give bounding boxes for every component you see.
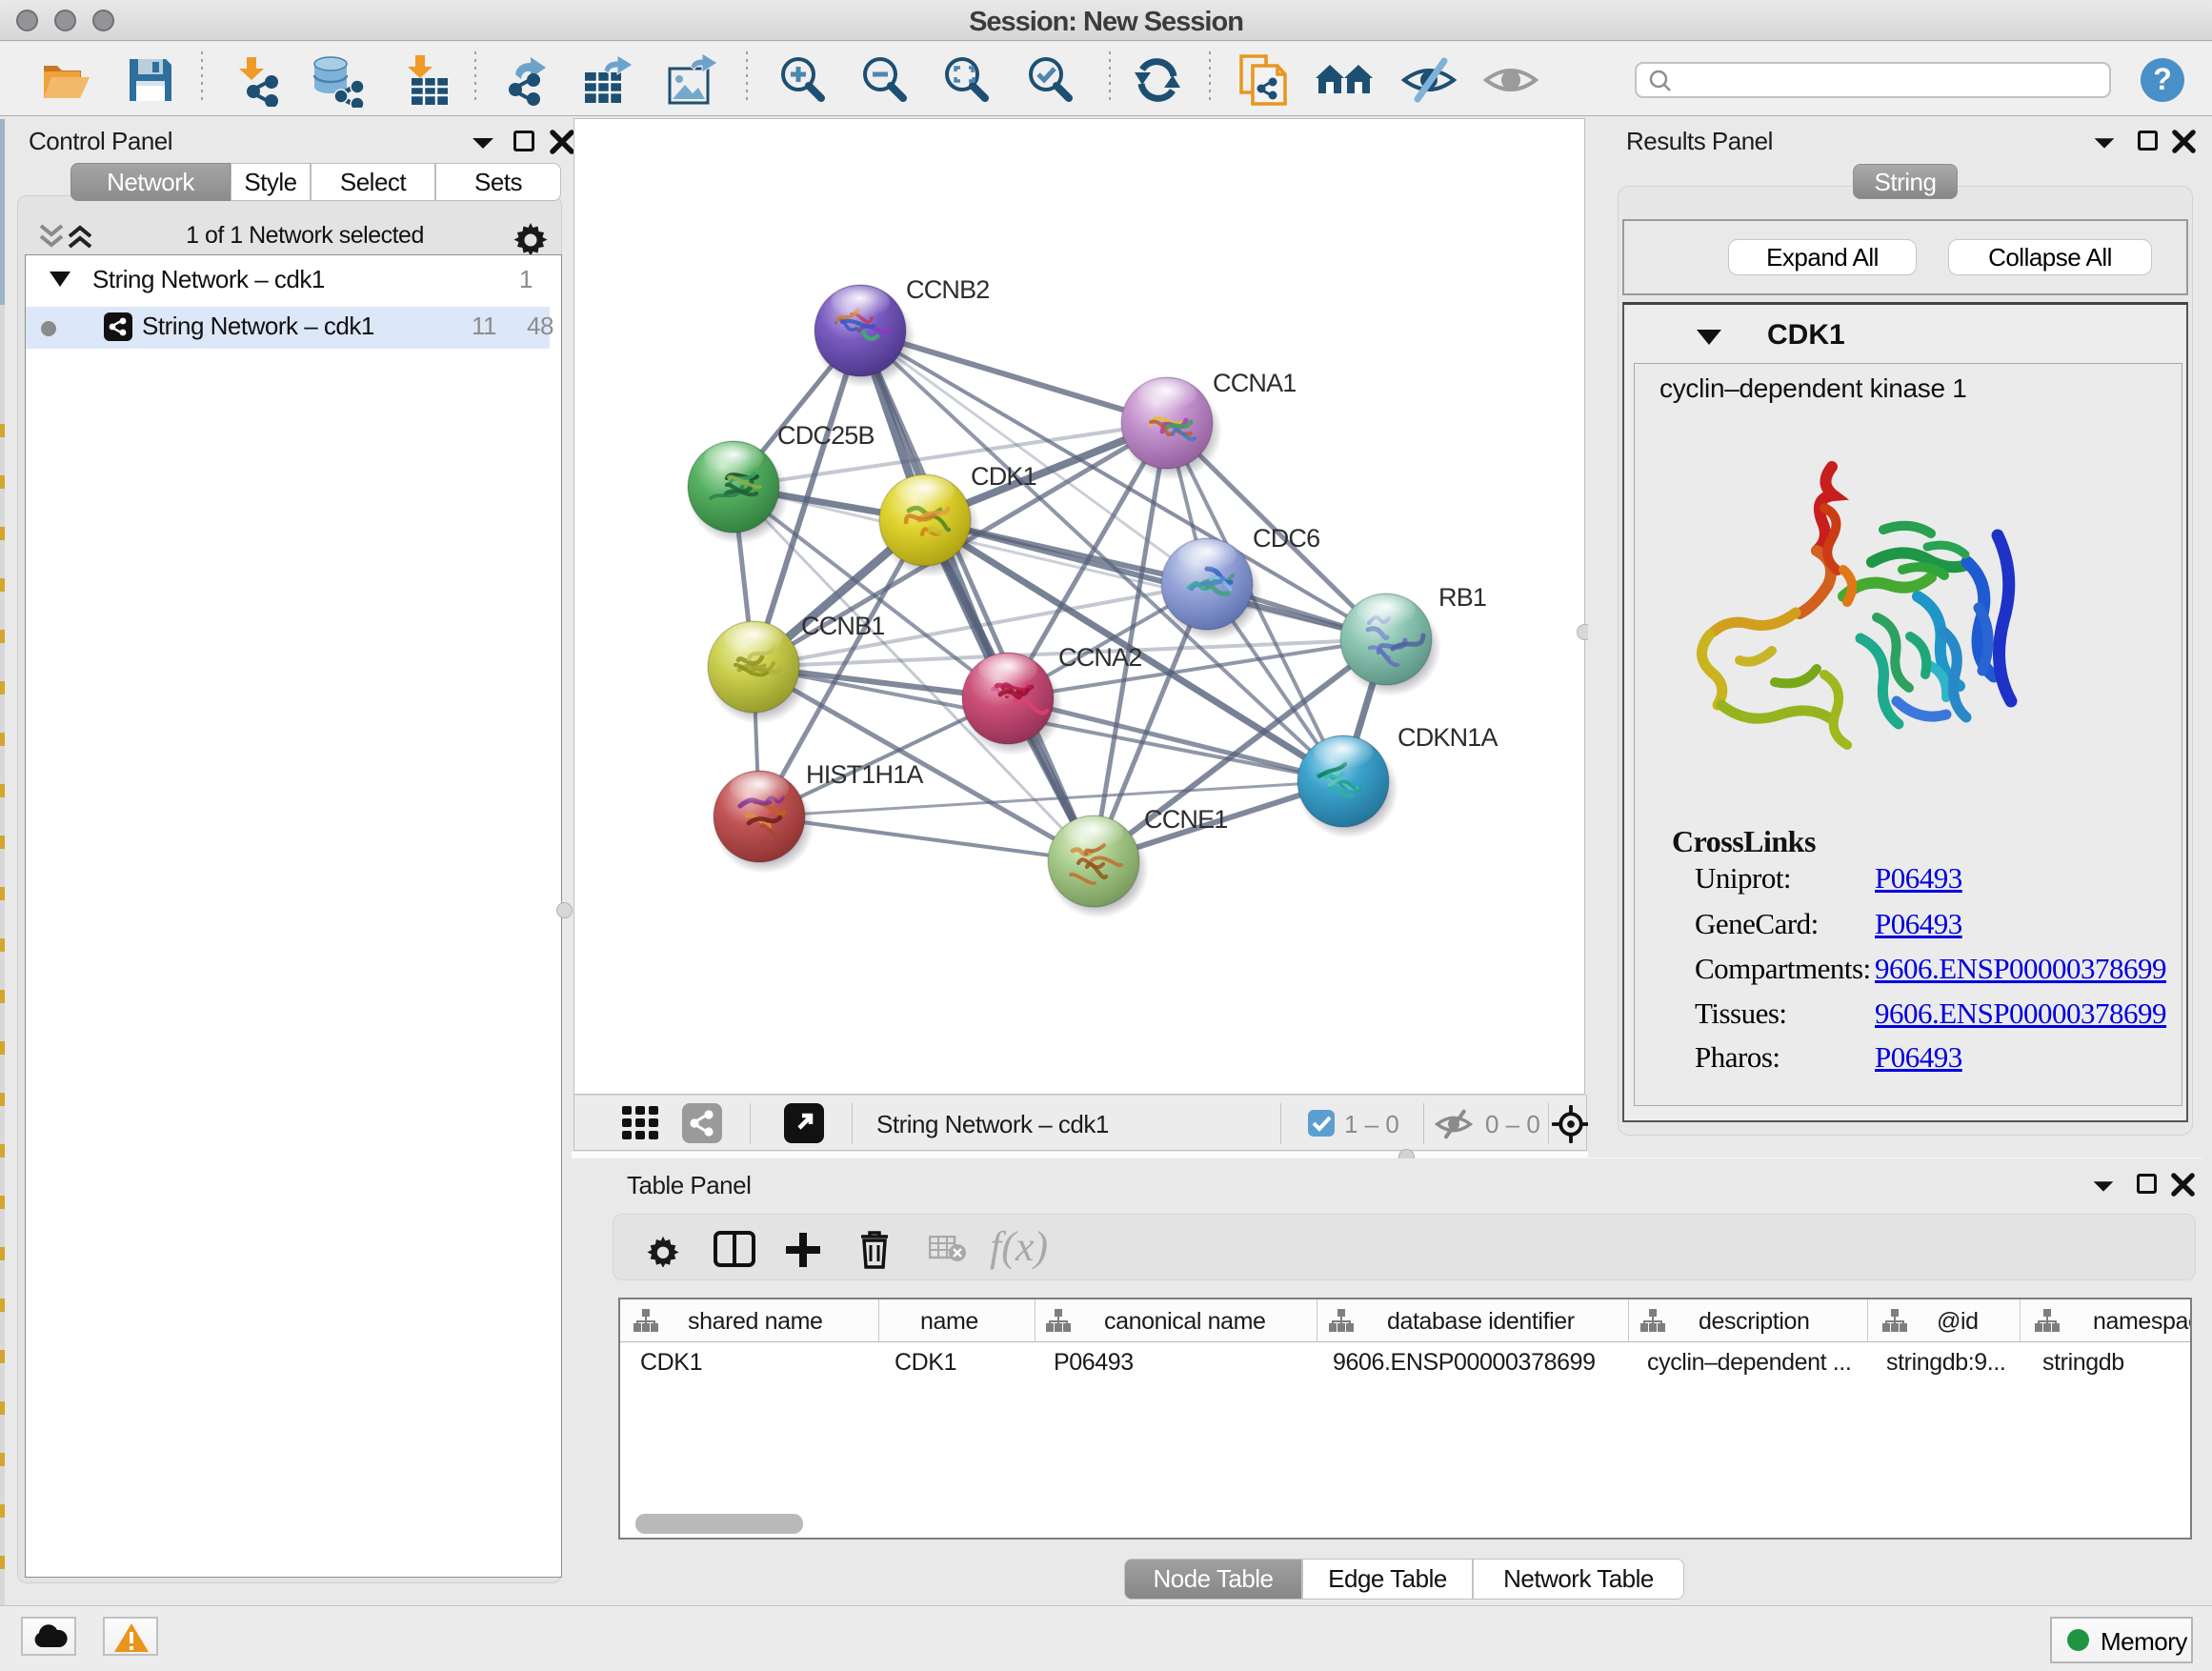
svg-text:CCNE1: CCNE1 [1144,805,1228,834]
svg-text:CDKN1A: CDKN1A [1398,723,1498,752]
svg-text:RB1: RB1 [1438,583,1486,612]
svg-text:CCNA1: CCNA1 [1213,369,1297,397]
svg-text:CCNB1: CCNB1 [801,612,885,640]
svg-text:HIST1H1A: HIST1H1A [806,760,923,789]
svg-text:CCNA2: CCNA2 [1058,643,1142,672]
svg-text:CDK1: CDK1 [971,462,1036,491]
svg-text:CDC6: CDC6 [1253,524,1319,553]
svg-text:CCNB2: CCNB2 [906,275,990,304]
svg-text:?: ? [2153,62,2172,96]
svg-text:CDC25B: CDC25B [777,421,875,450]
